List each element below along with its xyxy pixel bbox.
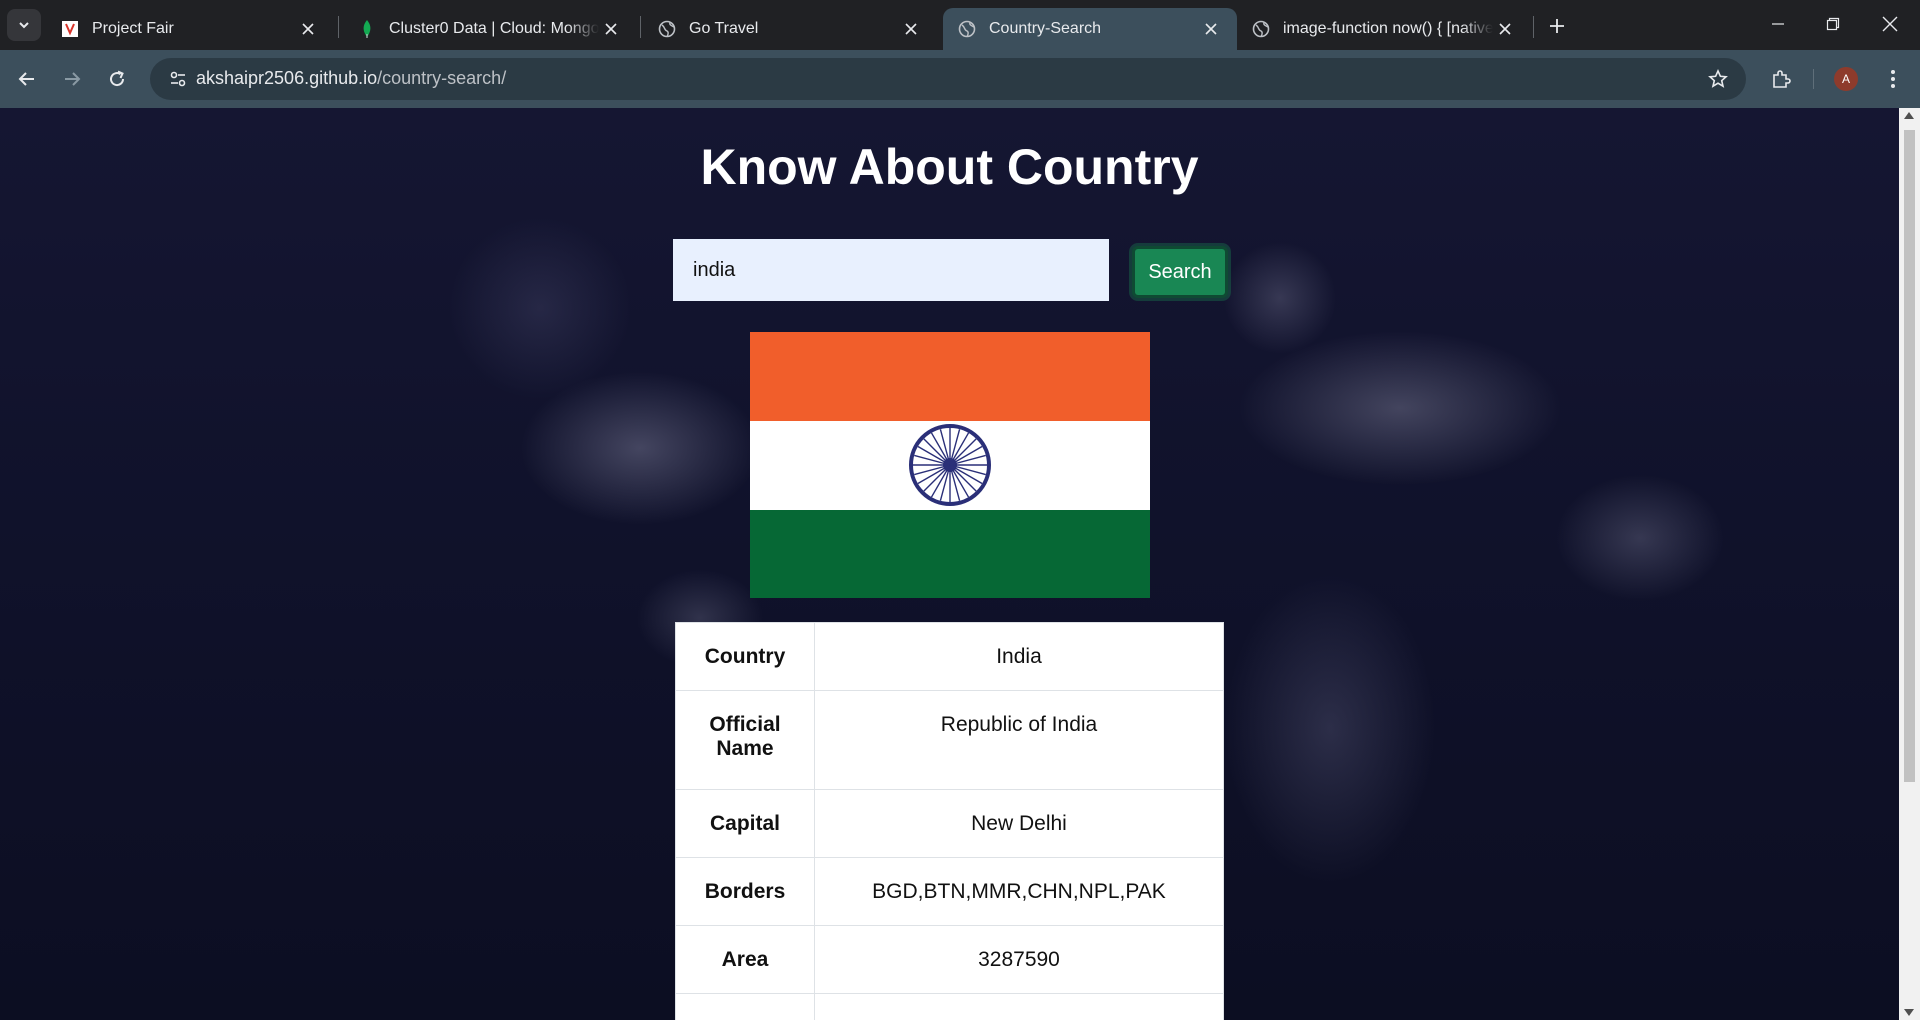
- row-value: Republic of India: [814, 690, 1224, 790]
- tab-country-search[interactable]: Country-Search: [943, 8, 1237, 50]
- row-label: Country: [675, 622, 815, 691]
- close-icon: [1882, 16, 1898, 32]
- row-label: [675, 993, 815, 1020]
- reload-button[interactable]: [101, 63, 133, 95]
- restore-button[interactable]: [1813, 8, 1853, 40]
- more-vert-icon: [1891, 70, 1895, 88]
- tab-title: Country-Search: [989, 20, 1102, 37]
- toolbar-divider: [1813, 69, 1814, 89]
- page-viewport: Know About Country Search Country India …: [0, 108, 1899, 1020]
- puzzle-icon: [1773, 70, 1791, 88]
- tab-project-fair[interactable]: Project Fair: [46, 8, 334, 50]
- reload-icon: [110, 70, 125, 87]
- close-window-button[interactable]: [1870, 8, 1910, 40]
- row-value: BGD,BTN,MMR,CHN,NPL,PAK: [814, 857, 1224, 926]
- country-details-table: Country India Official Name Republic of …: [675, 622, 1224, 1020]
- country-flag-image: [750, 332, 1150, 598]
- tab-separator: [338, 16, 339, 38]
- page-scrollbar[interactable]: [1899, 108, 1920, 1020]
- address-bar[interactable]: akshaipr2506.github.io/country-search/: [150, 58, 1746, 100]
- row-label: Borders: [675, 857, 815, 926]
- tab-mongodb[interactable]: Cluster0 Data | Cloud: MongoDB: [343, 8, 637, 50]
- tab-title: Cluster0 Data | Cloud: MongoDB: [389, 20, 599, 37]
- tab-separator: [1533, 16, 1534, 38]
- row-value: 3287590: [814, 925, 1224, 994]
- close-tab-icon[interactable]: [1493, 17, 1517, 41]
- close-tab-icon[interactable]: [899, 17, 923, 41]
- row-label: Official Name: [675, 690, 815, 790]
- scroll-down-arrow-icon[interactable]: [1904, 1009, 1914, 1016]
- row-value: New Delhi: [814, 789, 1224, 858]
- row-label: Area: [675, 925, 815, 994]
- tab-strip: Project Fair Cluster0 Data | Cloud: Mong…: [0, 0, 1920, 50]
- minimize-icon: [1772, 23, 1784, 25]
- scroll-up-arrow-icon[interactable]: [1904, 112, 1914, 119]
- table-row: Country India: [675, 622, 1224, 691]
- tab-image-function[interactable]: image-function now() { [native code] }: [1237, 8, 1531, 50]
- new-tab-button[interactable]: [1543, 12, 1571, 40]
- search-button[interactable]: Search: [1132, 246, 1228, 298]
- flag-saffron-band: [750, 332, 1150, 421]
- back-button[interactable]: [11, 63, 43, 95]
- globe-icon: [957, 19, 977, 39]
- url-text: akshaipr2506.github.io/country-search/: [196, 68, 506, 89]
- browser-menu-button[interactable]: [1877, 63, 1909, 95]
- site-info-icon[interactable]: [162, 63, 194, 95]
- table-row: Capital New Delhi: [675, 789, 1224, 858]
- tab-go-travel[interactable]: Go Travel: [643, 8, 937, 50]
- url-host: akshaipr2506.github.io: [196, 68, 378, 88]
- row-value: India: [814, 622, 1224, 691]
- plus-icon: [1550, 19, 1564, 33]
- extensions-button[interactable]: [1765, 63, 1797, 95]
- table-row: Official Name Republic of India: [675, 690, 1224, 790]
- arrow-right-icon: [65, 72, 81, 86]
- tab-search-button[interactable]: [7, 9, 41, 41]
- table-row: Area 3287590: [675, 925, 1224, 994]
- mongodb-leaf-icon: [357, 19, 377, 39]
- restore-icon: [1826, 17, 1840, 31]
- row-value: [814, 993, 1224, 1020]
- tab-title: image-function now() { [native code] }: [1283, 20, 1493, 37]
- forward-button[interactable]: [56, 63, 88, 95]
- avatar: A: [1834, 67, 1858, 91]
- tab-title: Project Fair: [92, 20, 174, 37]
- ashoka-chakra-icon: [909, 424, 991, 506]
- table-row: [675, 993, 1224, 1020]
- country-search-input[interactable]: [673, 239, 1109, 301]
- minimize-button[interactable]: [1758, 8, 1798, 40]
- globe-icon: [657, 19, 677, 39]
- page-title: Know About Country: [700, 139, 1199, 195]
- table-row: Borders BGD,BTN,MMR,CHN,NPL,PAK: [675, 857, 1224, 926]
- globe-icon: [1251, 19, 1271, 39]
- url-path: /country-search/: [377, 68, 507, 88]
- chevron-down-icon: [19, 22, 29, 29]
- profile-button[interactable]: A: [1830, 63, 1862, 95]
- close-tab-icon[interactable]: [1199, 17, 1223, 41]
- close-tab-icon[interactable]: [599, 17, 623, 41]
- close-tab-icon[interactable]: [296, 17, 320, 41]
- flag-green-band: [750, 510, 1150, 598]
- scrollbar-thumb[interactable]: [1904, 130, 1915, 782]
- project-fair-icon: [60, 19, 80, 39]
- tab-separator: [640, 16, 641, 38]
- row-label: Capital: [675, 789, 815, 858]
- bookmark-star-icon[interactable]: [1702, 63, 1734, 95]
- tab-title: Go Travel: [689, 20, 759, 37]
- arrow-left-icon: [18, 72, 34, 86]
- browser-toolbar: akshaipr2506.github.io/country-search/ A: [0, 50, 1920, 108]
